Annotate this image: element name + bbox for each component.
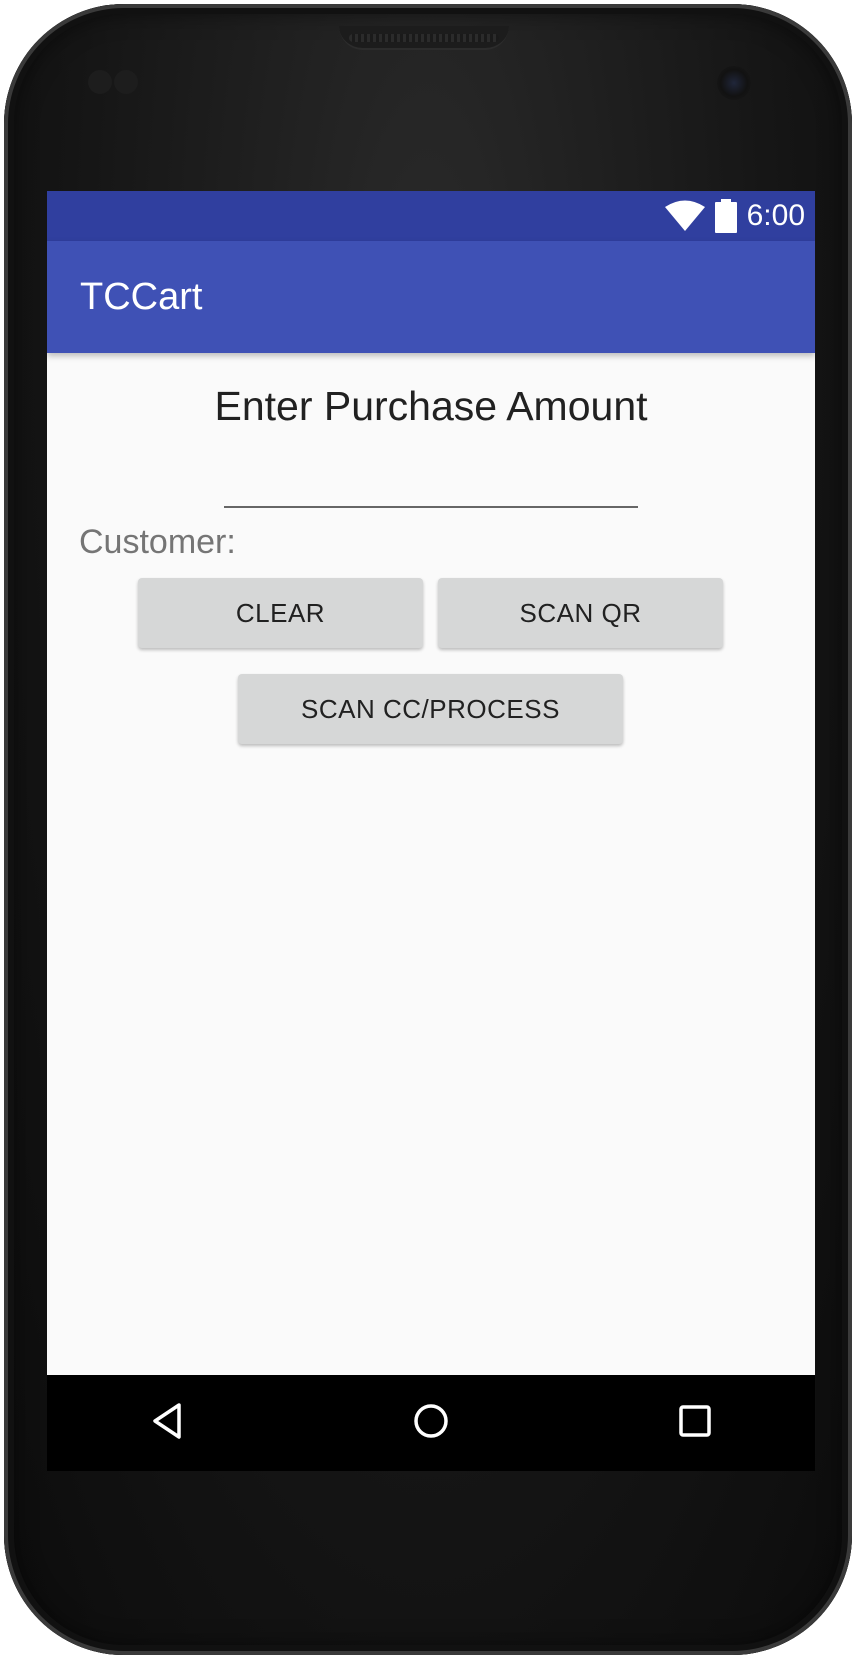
- app-title: TCCart: [80, 276, 203, 318]
- page-heading: Enter Purchase Amount: [214, 383, 648, 429]
- speaker-grill: [349, 34, 499, 42]
- main-content: Enter Purchase Amount Customer: CLEAR SC…: [47, 353, 815, 1362]
- wifi-icon: [664, 200, 705, 232]
- customer-label: Customer:: [79, 523, 236, 561]
- scan-qr-button[interactable]: SCAN QR: [438, 578, 723, 648]
- back-icon: [147, 1401, 187, 1446]
- phone-frame: 6:00 TCCart Enter Purchase Amount Custom…: [4, 4, 852, 1655]
- scan-cc-process-button[interactable]: SCAN CC/PROCESS: [238, 674, 623, 744]
- home-icon: [411, 1401, 451, 1446]
- status-icons: 6:00: [664, 191, 805, 241]
- back-button[interactable]: [119, 1375, 215, 1471]
- battery-icon: [714, 199, 737, 233]
- clear-button[interactable]: CLEAR: [138, 578, 423, 648]
- status-bar: 6:00: [47, 191, 815, 241]
- home-button[interactable]: [383, 1375, 479, 1471]
- status-time: 6:00: [746, 199, 805, 232]
- purchase-amount-input[interactable]: [224, 458, 638, 508]
- screen: 6:00 TCCart Enter Purchase Amount Custom…: [47, 191, 815, 1471]
- recents-icon: [675, 1401, 715, 1446]
- light-sensor: [114, 70, 138, 94]
- app-bar: TCCart: [47, 241, 815, 353]
- recents-button[interactable]: [647, 1375, 743, 1471]
- front-camera: [717, 66, 751, 100]
- navigation-bar: [47, 1375, 815, 1471]
- proximity-sensor: [88, 70, 112, 94]
